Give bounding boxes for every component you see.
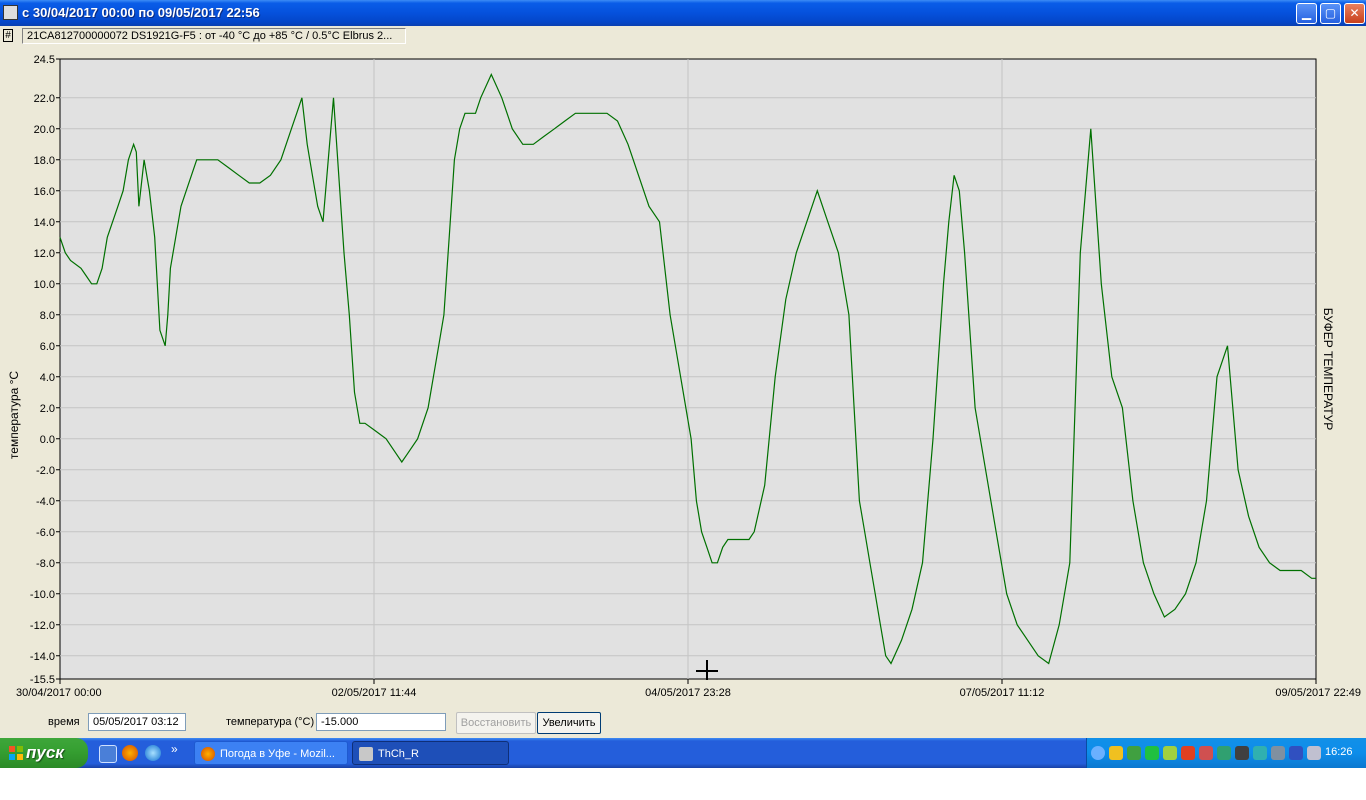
y-tick-label: 22.0 [34, 93, 55, 105]
y-tick-label: 4.0 [40, 372, 55, 384]
internet-explorer-icon[interactable] [145, 745, 161, 761]
tray-app-icon[interactable] [1145, 746, 1159, 760]
clock[interactable]: 16:26 [1325, 746, 1353, 758]
system-tray: 16:26 [1086, 738, 1366, 768]
y-axis-label: температура °C [7, 371, 21, 460]
close-button[interactable]: ✕ [1344, 3, 1365, 24]
zoom-button[interactable]: Увеличить [537, 712, 601, 734]
tray-app-icon[interactable] [1109, 746, 1123, 760]
minimize-icon: ▁ [1301, 6, 1312, 20]
grid-icon[interactable]: # [3, 29, 13, 42]
x-tick-label: 02/05/2017 11:44 [332, 687, 417, 699]
y-tick-label: 24.5 [34, 54, 55, 66]
temperature-field[interactable]: -15.000 [316, 713, 446, 731]
show-desktop-icon[interactable] [99, 745, 117, 763]
network-icon[interactable] [1289, 746, 1303, 760]
y-tick-label: -6.0 [36, 527, 55, 539]
device-info: 21CA812700000072 DS1921G-F5 : от -40 °C … [22, 28, 406, 44]
x-tick-label: 04/05/2017 23:28 [645, 687, 731, 699]
y-tick-label: 12.0 [34, 248, 55, 260]
y-tick-label: 6.0 [40, 341, 55, 353]
windows-logo-icon [9, 746, 23, 760]
task-firefox-label: Погода в Уфе - Mozil... [220, 748, 335, 760]
temperature-label: температура (°C) [226, 716, 315, 728]
bottom-bar: время 05/05/2017 03:12 температура (°C) … [0, 708, 1366, 738]
time-label: время [48, 716, 80, 728]
y-tick-label: -4.0 [36, 496, 55, 508]
y-tick-label: 16.0 [34, 186, 55, 198]
y-tick-label: 2.0 [40, 403, 55, 415]
y-tick-label: 0.0 [40, 434, 55, 446]
close-icon: ✕ [1349, 6, 1360, 20]
minimize-button[interactable]: ▁ [1296, 3, 1317, 24]
y-tick-label: 18.0 [34, 155, 55, 167]
app-icon [359, 747, 373, 761]
tray-app-icon[interactable] [1181, 746, 1195, 760]
network-icon[interactable] [1271, 746, 1285, 760]
y-tick-label: -15.5 [30, 674, 55, 686]
maximize-button[interactable]: ▢ [1320, 3, 1341, 24]
app-icon[interactable] [3, 5, 18, 20]
task-thch-label: ThCh_R [378, 748, 419, 760]
tray-app-icon[interactable] [1253, 746, 1267, 760]
volume-icon[interactable] [1307, 746, 1321, 760]
restore-button[interactable]: Восстановить [456, 712, 536, 734]
tray-expand-icon[interactable] [1091, 746, 1105, 760]
firefox-icon[interactable] [122, 745, 138, 761]
y-tick-label: -14.0 [30, 651, 55, 663]
y-tick-label: 8.0 [40, 310, 55, 322]
buffer-label: БУФЕР ТЕМПЕРАТУР [1321, 308, 1335, 430]
app-window: с 30/04/2017 00:00 по 09/05/2017 22:56 ▁… [0, 0, 1366, 738]
window-title: с 30/04/2017 00:00 по 09/05/2017 22:56 [22, 5, 260, 20]
x-tick-label: 30/04/2017 00:00 [16, 687, 102, 699]
x-tick-label: 07/05/2017 11:12 [960, 687, 1045, 699]
x-tick-labels: 30/04/2017 00:00 02/05/2017 11:44 04/05/20… [16, 679, 1361, 699]
tray-app-icon[interactable] [1127, 746, 1141, 760]
y-tick-label: -12.0 [30, 620, 55, 632]
tray-app-icon[interactable] [1217, 746, 1231, 760]
y-tick-label: -2.0 [36, 465, 55, 477]
y-tick-label: -10.0 [30, 589, 55, 601]
time-field[interactable]: 05/05/2017 03:12 [88, 713, 186, 731]
y-tick-labels: 24.5 22.0 20.0 18.0 16.0 14.0 12.0 10.0 8.0 6.0 4.… [30, 54, 60, 686]
start-button[interactable]: пуск [0, 738, 88, 768]
task-thch[interactable]: ThCh_R [352, 741, 509, 765]
y-tick-label: -8.0 [36, 558, 55, 570]
x-tick-label: 09/05/2017 22:49 [1275, 687, 1361, 699]
y-tick-label: 20.0 [34, 124, 55, 136]
quicklaunch-chevron-icon[interactable]: » [171, 742, 178, 756]
info-bar: # 21CA812700000072 DS1921G-F5 : от -40 °… [0, 26, 1366, 46]
y-tick-label: 14.0 [34, 217, 55, 229]
task-firefox[interactable]: Погода в Уфе - Mozil... [194, 741, 348, 765]
title-bar[interactable]: с 30/04/2017 00:00 по 09/05/2017 22:56 ▁… [0, 0, 1366, 26]
tray-app-icon[interactable] [1163, 746, 1177, 760]
taskbar: пуск » Погода в Уфе - Mozil... ThCh_R 16… [0, 738, 1366, 768]
language-icon[interactable] [1199, 746, 1213, 760]
tray-app-icon[interactable] [1235, 746, 1249, 760]
maximize-icon: ▢ [1324, 6, 1337, 20]
start-label: пуск [26, 743, 64, 762]
firefox-icon [201, 747, 215, 761]
temperature-chart[interactable]: 24.5 22.0 20.0 18.0 16.0 14.0 12.0 10.0 8.0 6.0 4.… [0, 46, 1366, 708]
y-tick-label: 10.0 [34, 279, 55, 291]
